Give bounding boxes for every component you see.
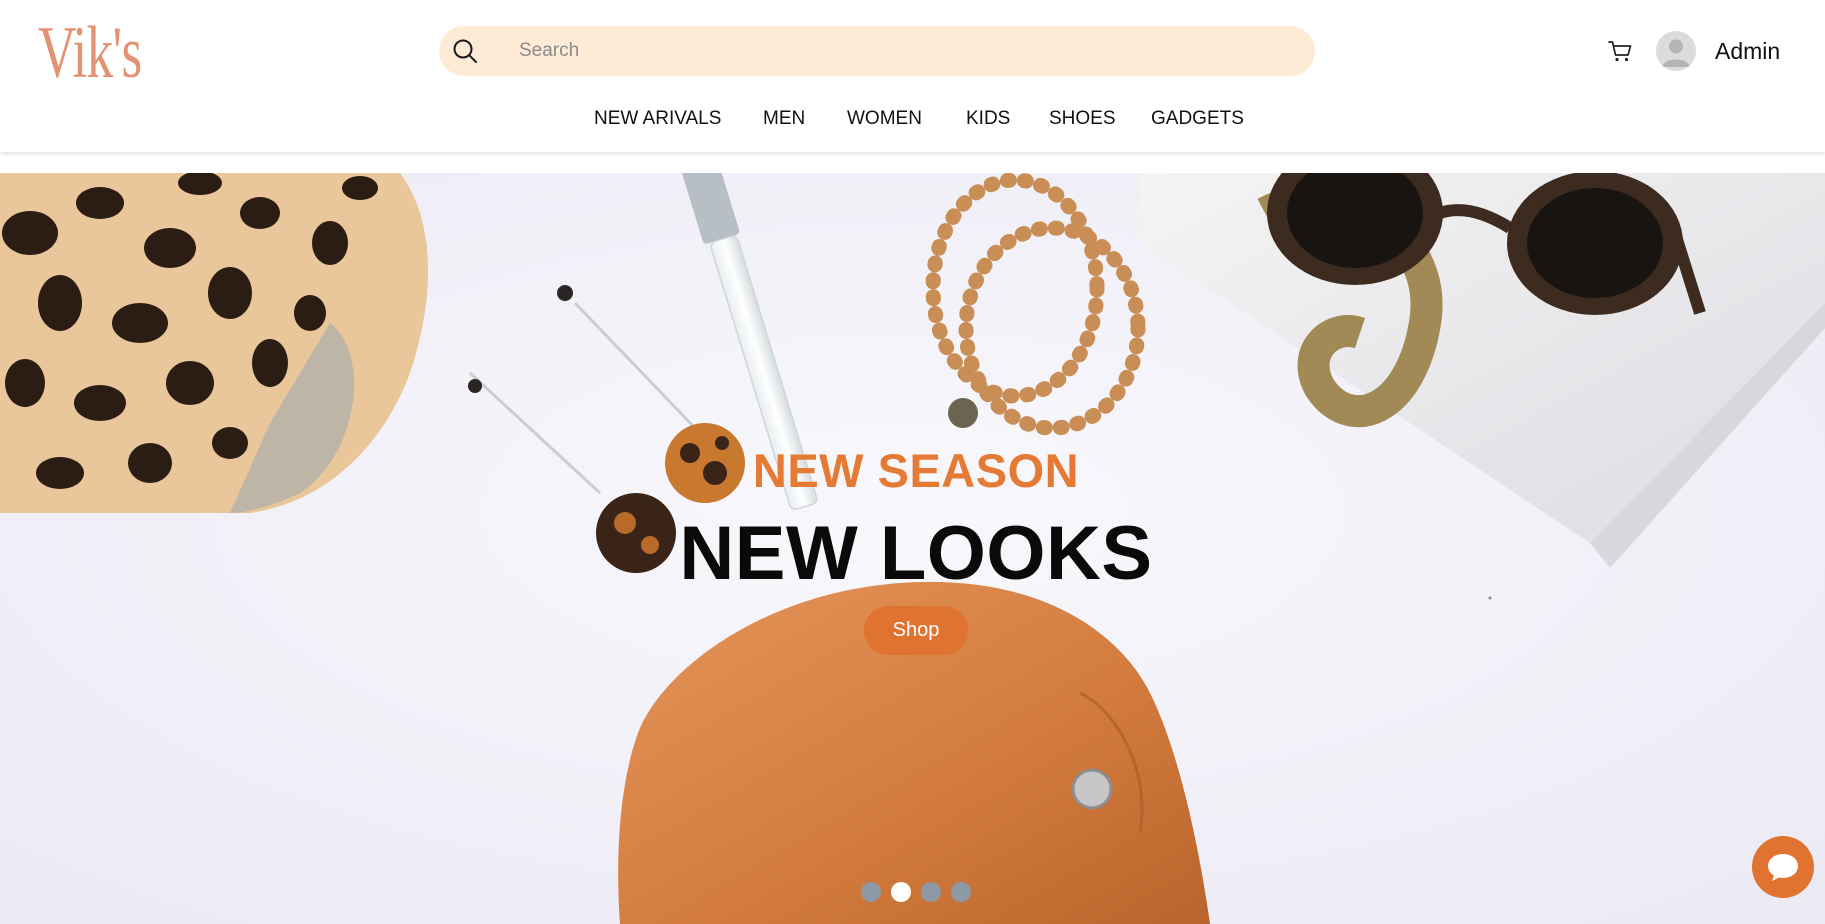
- chat-button[interactable]: [1752, 836, 1814, 898]
- search-bar[interactable]: [439, 26, 1315, 76]
- hero-banner: NEW SEASON NEW LOOKS Shop: [0, 173, 1825, 924]
- main-nav: NEW ARIVALS MEN WOMEN KIDS SHOES GADGETS: [0, 104, 1825, 134]
- hero-title: NEW LOOKS: [679, 511, 1153, 596]
- nav-item-gadgets[interactable]: GADGETS: [1151, 104, 1244, 134]
- search-input[interactable]: [519, 26, 1279, 76]
- nav-item-shoes[interactable]: SHOES: [1049, 104, 1116, 134]
- site-header: Vik's Admin NEW ARIVALS MEN WOMEN KIDS S…: [0, 0, 1825, 152]
- user-name[interactable]: Admin: [1715, 36, 1780, 66]
- nav-item-men[interactable]: MEN: [763, 104, 805, 134]
- nav-item-kids[interactable]: KIDS: [966, 104, 1010, 134]
- search-icon[interactable]: [452, 38, 478, 64]
- shop-button[interactable]: Shop: [864, 606, 968, 655]
- chat-bubble-icon: [1768, 854, 1798, 881]
- nav-item-new-arrivals[interactable]: NEW ARIVALS: [594, 104, 721, 134]
- nav-item-women[interactable]: WOMEN: [847, 104, 922, 134]
- cart-icon[interactable]: [1607, 38, 1633, 64]
- carousel-dot-3[interactable]: [921, 882, 941, 902]
- user-avatar-icon[interactable]: [1656, 31, 1696, 71]
- hero-subtitle: NEW SEASON: [752, 444, 1080, 497]
- carousel-dot-4[interactable]: [951, 882, 971, 902]
- carousel-dot-2[interactable]: [891, 882, 911, 902]
- carousel-dot-1[interactable]: [861, 882, 881, 902]
- brand-logo[interactable]: Vik's: [38, 8, 142, 98]
